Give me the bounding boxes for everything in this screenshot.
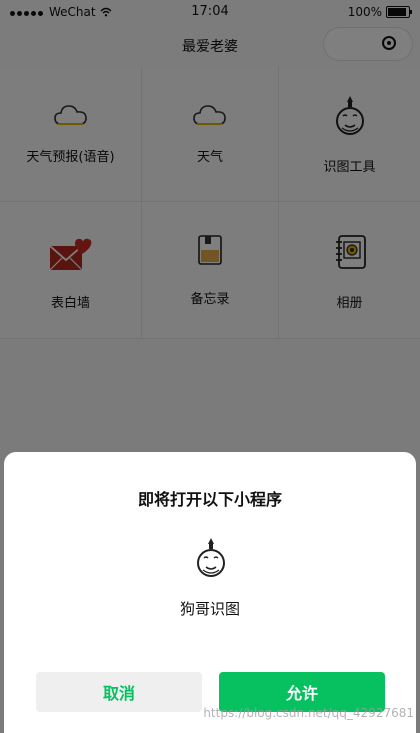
dialog-title: 即将打开以下小程序 (137, 490, 282, 509)
miniprogram-name: 狗哥识图 (179, 600, 240, 618)
miniprogram-avatar-icon (197, 538, 225, 577)
watermark-text: https://blog.csdn.net/qq_42927681 (203, 706, 414, 720)
cancel-button[interactable]: 取消 (36, 672, 202, 712)
open-miniprogram-dialog: 即将打开以下小程序 狗哥识图 取消 允许 (4, 452, 416, 733)
